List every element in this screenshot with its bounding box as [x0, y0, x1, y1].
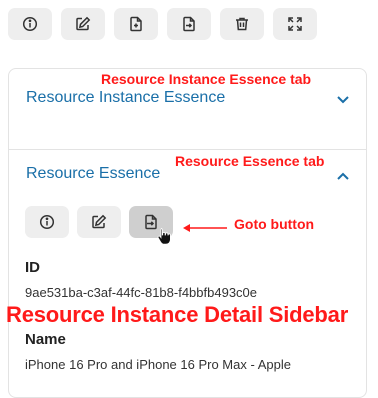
file-goto-icon: [183, 16, 195, 32]
expand-icon: [288, 17, 302, 31]
name-value: iPhone 16 Pro and iPhone 16 Pro Max - Ap…: [25, 357, 291, 372]
annotation-resource-essence-tab: Resource Essence tab: [175, 153, 325, 169]
file-plus-icon: [130, 16, 142, 32]
section-divider: [9, 149, 366, 150]
new-file-button[interactable]: [114, 8, 158, 40]
detail-toolbar: [8, 8, 317, 40]
annotation-goto-button: Goto button: [234, 216, 315, 232]
id-label: ID: [25, 259, 40, 276]
info-button[interactable]: [8, 8, 52, 40]
expand-button[interactable]: [273, 8, 317, 40]
name-label: Name: [25, 331, 66, 348]
edit-icon: [76, 16, 91, 31]
edit-icon: [92, 214, 107, 229]
info-circle-icon: [39, 214, 55, 230]
hand-pointer-icon: [157, 228, 171, 245]
essence-info-button[interactable]: [25, 206, 69, 238]
annotation-sidebar: Resource Instance Detail Sidebar: [6, 302, 349, 327]
chevron-down-icon[interactable]: [336, 95, 350, 105]
info-circle-icon: [22, 16, 38, 32]
goto-file-button[interactable]: [167, 8, 211, 40]
id-value: 9ae531ba-c3af-44fc-81b8-f4bbfb493c0e: [25, 285, 258, 300]
arrow-left-icon: [183, 224, 227, 232]
delete-button[interactable]: [220, 8, 264, 40]
edit-button[interactable]: [61, 8, 105, 40]
trash-icon: [236, 17, 248, 31]
essence-edit-button[interactable]: [77, 206, 121, 238]
chevron-up-icon[interactable]: [336, 171, 350, 181]
resource-essence-toolbar: [25, 206, 173, 238]
annotation-instance-essence-tab: Resource Instance Essence tab: [101, 71, 312, 87]
resource-instance-essence-tab[interactable]: Resource Instance Essence: [26, 89, 225, 107]
resource-essence-tab[interactable]: Resource Essence: [26, 165, 160, 183]
